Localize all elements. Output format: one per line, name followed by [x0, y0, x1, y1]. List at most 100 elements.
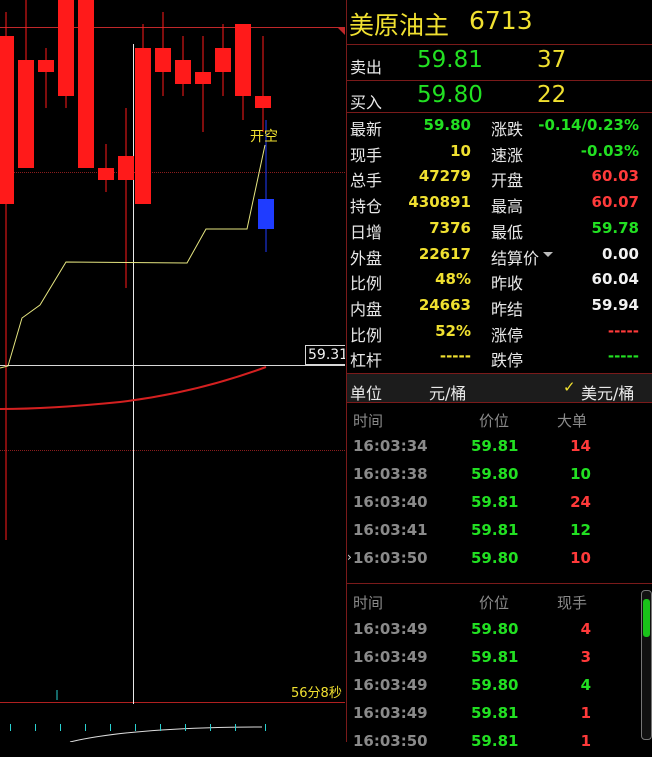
stat-label: 跌停: [491, 351, 524, 371]
stat-value: 59.80: [423, 116, 471, 134]
divider: [347, 402, 652, 403]
stat-value: 10: [450, 141, 471, 160]
stat-value: 430891: [408, 193, 471, 212]
big-order-time: 16:03:34: [353, 437, 428, 455]
big-order-qty: 12: [570, 521, 591, 539]
candle-body: [175, 60, 191, 84]
candle-body: [58, 0, 74, 97]
tick-qty: 3: [580, 648, 591, 666]
axis-tick: [235, 724, 236, 731]
stat-label: 最低: [491, 222, 524, 242]
stat-label: 日增: [350, 222, 383, 242]
tick-time: 16:03:49: [353, 704, 428, 722]
stat-value: -----: [607, 321, 639, 340]
divider: [347, 112, 652, 113]
candle-body: [255, 96, 271, 108]
buy-qty: 22: [537, 82, 567, 108]
kline-chart[interactable]: 开空 59.31 56分8秒: [0, 0, 345, 742]
tick-time: 16:03:49: [353, 620, 428, 638]
axis-tick: [10, 724, 11, 731]
tick-qty: 1: [580, 704, 591, 722]
big-order-price: 59.81: [471, 521, 519, 539]
trade-annotation: 开空: [250, 129, 278, 145]
stat-value: 47279: [418, 167, 471, 186]
stat-label: 昨收: [491, 274, 524, 294]
stat-label: 涨跌: [491, 120, 524, 139]
tick-time: 16:03:49: [353, 648, 428, 666]
candle-body: [215, 48, 231, 72]
instrument-code: 6713: [469, 6, 533, 35]
axis-tick: [265, 724, 266, 731]
stat-label: 总手: [350, 171, 383, 191]
big-order-price: 59.81: [471, 437, 519, 455]
tick-qty: 4: [580, 676, 591, 694]
divider: [347, 44, 652, 45]
stat-value: 52%: [435, 321, 471, 340]
tick-time: 16:03:50: [353, 732, 428, 750]
stat-value: -----: [607, 347, 639, 366]
price-label: 59.31: [305, 345, 345, 365]
big-order-price: 59.81: [471, 493, 519, 511]
stat-label: 结算价: [491, 248, 540, 268]
stat-label: 昨结: [491, 299, 524, 319]
sell-price[interactable]: 59.81: [417, 47, 483, 73]
axis-tick: [210, 724, 211, 731]
buy-price[interactable]: 59.80: [417, 82, 483, 108]
axis-tick: [160, 724, 161, 731]
tick-price: 59.80: [471, 676, 519, 694]
tick-price: 59.81: [471, 704, 519, 722]
stat-label: 开盘: [491, 171, 524, 191]
stat-label: 现手: [350, 145, 383, 165]
tick-header: 价位: [479, 594, 510, 612]
candle-body: [78, 0, 94, 169]
axis-tick: [85, 724, 86, 731]
tick-header: 时间: [353, 594, 384, 612]
stat-value: 22617: [418, 244, 471, 263]
stat-value: 60.04: [591, 270, 639, 289]
settle-dropdown-icon[interactable]: [543, 252, 553, 257]
stat-value: -0.03%: [580, 141, 639, 160]
moving-average-line: [0, 366, 267, 410]
big-order-time: 16:03:40: [353, 493, 428, 511]
stat-label: 比例: [350, 325, 383, 345]
stat-label: 内盘: [350, 299, 383, 319]
stat-value: -0.14/0.23%: [538, 116, 639, 134]
stat-label: 外盘: [350, 248, 383, 268]
scrollbar-thumb[interactable]: [643, 599, 650, 637]
big-order-qty: 24: [570, 493, 591, 511]
candle-body: [235, 24, 251, 96]
stat-label: 持仓: [350, 197, 383, 217]
axis-tick: [35, 724, 36, 731]
candle-body: [258, 199, 274, 229]
stat-value: 7376: [429, 218, 471, 237]
candle-body: [195, 72, 211, 84]
axis-tick: [135, 724, 136, 731]
candles-group: [0, 0, 274, 540]
stat-value: 0.00: [601, 244, 639, 263]
big-order-qty: 10: [570, 465, 591, 483]
stat-value: 60.03: [591, 167, 639, 186]
stat-value: 59.78: [591, 218, 639, 237]
big-order-time: 16:03:41: [353, 521, 428, 539]
tick-header: 现手: [557, 594, 588, 612]
stat-label: 涨停: [491, 325, 524, 345]
candle-body: [38, 60, 54, 72]
tick-price: 59.81: [471, 732, 519, 750]
big-order-price: 59.80: [471, 465, 519, 483]
unit-value[interactable]: 元/桶: [429, 380, 466, 404]
big-order-qty: 14: [570, 437, 591, 455]
countdown-label: 56分8秒: [291, 686, 342, 701]
sell-label: 卖出: [350, 58, 383, 77]
stat-label: 最新: [350, 120, 383, 139]
big-order-time: 16:03:50: [353, 549, 428, 567]
current-row-marker-icon: ›: [347, 550, 352, 564]
tick-scrollbar[interactable]: [641, 590, 652, 740]
tick-qty: 4: [580, 620, 591, 638]
axis-tick: [185, 724, 186, 731]
stat-value: 24663: [418, 295, 471, 314]
quote-panel: 美原油主 6713 卖出 59.81 37 买入 59.80 22 最新 59.8…: [346, 0, 652, 750]
candle-body: [18, 60, 34, 168]
unit-option-usd[interactable]: 美元/桶: [581, 380, 634, 404]
buy-label: 买入: [350, 93, 383, 112]
divider: [347, 583, 652, 584]
